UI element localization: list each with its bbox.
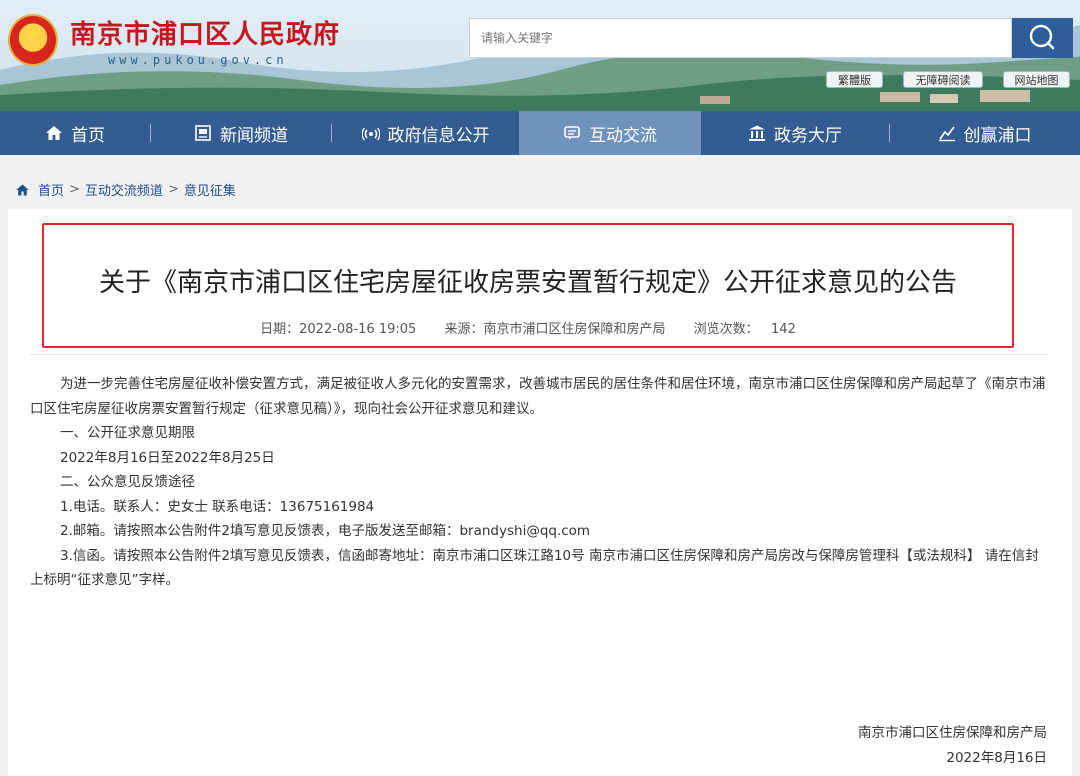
article-meta: 日期：2022-08-16 19:05 来源：南京市浦口区住房保障和房产局 浏览… xyxy=(42,318,1014,337)
date-value: 2022-08-16 19:05 xyxy=(299,322,417,337)
body-paragraph: 一、公开征求意见期限 xyxy=(60,425,195,441)
nav-item-gov-info[interactable]: 政府信息公开 xyxy=(332,111,519,155)
article-views: 浏览次数： 142 xyxy=(694,322,796,337)
views-label: 浏览次数： xyxy=(693,322,759,337)
views-value: 142 xyxy=(771,322,796,337)
traditional-chinese-link[interactable]: 繁體版 xyxy=(826,71,883,88)
nav-item-win-pukou[interactable]: 创赢浦口 xyxy=(890,111,1079,155)
site-title[interactable]: 南京市浦口区人民政府 xyxy=(70,14,340,51)
article-body: 为进一步完善住宅房屋征收补偿安置方式，满足被征收人多元化的安置需求，改善城市居民… xyxy=(30,372,1048,593)
chart-up-icon xyxy=(938,126,955,142)
site-domain: www.pukou.gov.cn xyxy=(108,53,288,67)
breadcrumb-separator: > xyxy=(69,182,80,197)
body-paragraph: 2.邮箱。请按照本公告附件2填写意见反馈表，电子版发送至邮箱：brandyshi… xyxy=(60,523,591,539)
nav-item-label: 政务大厅 xyxy=(774,125,842,146)
date-label: 日期： xyxy=(260,322,300,337)
chat-icon xyxy=(564,126,580,140)
breadcrumb-separator: > xyxy=(167,182,179,197)
nav-item-service-hall[interactable]: 政务大厅 xyxy=(701,111,889,155)
source-value: 南京市浦口区住房保障和房产局 xyxy=(483,322,666,337)
nav-item-label: 政府信息公开 xyxy=(387,125,490,146)
body-paragraph: 1.电话。联系人：史女士 联系电话：13675161984 xyxy=(60,498,375,515)
search-button[interactable] xyxy=(1012,18,1073,58)
site-header: ★ 南京市浦口区人民政府 www.pukou.gov.cn 繁體版 无障碍阅读 … xyxy=(0,0,1080,111)
nav-item-label: 首页 xyxy=(71,125,105,146)
breadcrumb-opinion-link[interactable]: 意见征集 xyxy=(184,180,236,199)
divider xyxy=(30,354,1048,355)
government-hall-icon xyxy=(749,125,765,141)
nav-item-label: 互动交流 xyxy=(589,125,657,146)
nav-item-label: 新闻频道 xyxy=(220,125,288,146)
source-label: 来源： xyxy=(444,322,484,337)
nav-item-interaction[interactable]: 互动交流 xyxy=(519,111,701,155)
home-icon xyxy=(16,184,29,195)
accessibility-link[interactable]: 无障碍阅读 xyxy=(903,71,983,88)
body-paragraph: 二、公众意见反馈途径 xyxy=(60,474,195,490)
article-title: 关于《南京市浦口区住宅房屋征收房票安置暂行规定》公开征求意见的公告 xyxy=(98,268,957,298)
search-input[interactable] xyxy=(469,18,1012,58)
nav-item-news[interactable]: 新闻频道 xyxy=(151,111,331,155)
article-signature: 南京市浦口区住房保障和房产局 2022年8月16日 xyxy=(858,721,1047,770)
broadcast-icon xyxy=(361,127,380,141)
news-icon xyxy=(195,125,211,141)
national-emblem-logo[interactable]: ★ xyxy=(8,14,58,66)
home-icon xyxy=(46,126,62,140)
article-source: 来源：南京市浦口区住房保障和房产局 xyxy=(444,322,665,337)
breadcrumb-home-link[interactable]: 首页 xyxy=(38,180,64,199)
nav-item-home[interactable]: 首页 xyxy=(0,111,150,155)
nav-item-label: 创赢浦口 xyxy=(963,125,1032,146)
breadcrumb: 首页 > 互动交流频道 > 意见征集 xyxy=(15,180,236,199)
search-icon xyxy=(1029,24,1055,50)
body-paragraph: 为进一步完善住宅房屋征收补偿安置方式，满足被征收人多元化的安置需求，改善城市居民… xyxy=(30,376,1046,417)
article-date: 日期：2022-08-16 19:05 xyxy=(260,322,416,337)
site-map-link[interactable]: 网站地图 xyxy=(1003,71,1070,88)
body-paragraph: 2022年8月16日至2022年8月25日 xyxy=(60,449,275,466)
breadcrumb-interaction-link[interactable]: 互动交流频道 xyxy=(85,180,163,199)
signature-date: 2022年8月16日 xyxy=(946,749,1047,766)
signature-org: 南京市浦口区住房保障和房产局 xyxy=(858,725,1047,741)
body-paragraph: 3.信函。请按照本公告附件2填写意见反馈表，信函邮寄地址：南京市浦口区珠江路10… xyxy=(30,547,1039,589)
main-nav: 首页 新闻频道 政府信息公开 互动交流 政务大厅 创赢浦口 xyxy=(0,111,1080,155)
